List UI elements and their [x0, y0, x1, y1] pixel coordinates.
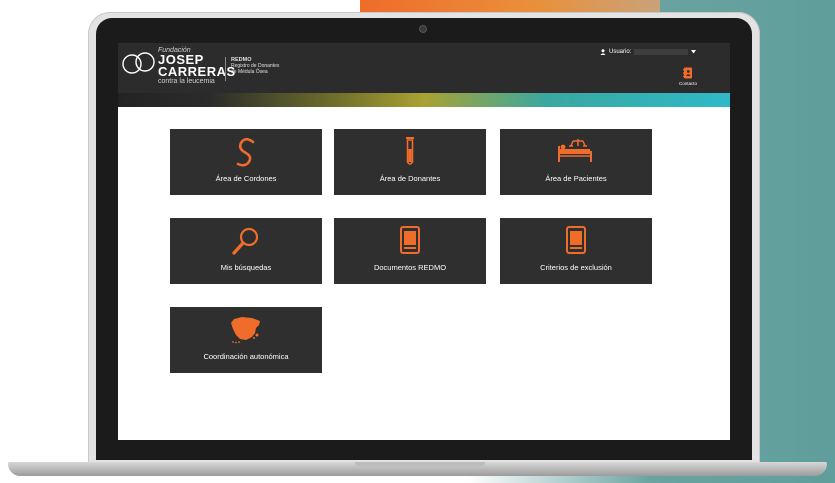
tile-documentos-redmo[interactable]: Documentos REDMO — [334, 218, 486, 284]
header-gradient-stripe — [118, 93, 730, 107]
app-header: Fundación JOSEP CARRERAS contra la leuce… — [118, 43, 730, 93]
user-icon — [600, 49, 606, 55]
chevron-down-icon — [691, 50, 697, 54]
user-label: Usuario: — [609, 49, 632, 55]
tile-label: Área de Donantes — [379, 174, 441, 183]
contact-label: Contacto — [678, 81, 697, 86]
tile-label: Coordinación autonómica — [203, 352, 289, 361]
tile-criterios-exclusion[interactable]: Criterios de exclusión — [500, 218, 652, 284]
document-icon — [566, 226, 586, 254]
laptop-base-notch — [355, 462, 485, 467]
tile-label: Área de Pacientes — [545, 174, 607, 183]
redmo-label: REDMO Registro de Donantes de Médula Óse… — [231, 57, 279, 75]
foundation-logo-icon — [122, 52, 155, 74]
logo-divider — [225, 57, 226, 81]
hospital-bed-icon — [558, 139, 592, 162]
contact-book-icon — [683, 67, 692, 79]
camera-icon — [420, 26, 426, 32]
tile-label: Documentos REDMO — [373, 263, 447, 272]
user-name-redacted — [634, 49, 689, 55]
tile-label: Área de Cordones — [215, 174, 277, 183]
tile-label: Mis búsquedas — [220, 263, 272, 272]
app-screen: Fundación JOSEP CARRERAS contra la leuce… — [118, 43, 730, 440]
user-menu[interactable]: Usuario: — [600, 49, 697, 55]
redmo-line2: de Médula Ósea — [231, 69, 268, 75]
tile-area-cordones[interactable]: Área de Cordones — [170, 129, 322, 195]
document-icon — [400, 226, 420, 254]
tile-coordinacion-autonomica[interactable]: Coordinación autonómica — [170, 307, 322, 373]
background-accent-bar — [360, 0, 660, 12]
tile-mis-busquedas[interactable]: Mis búsquedas — [170, 218, 322, 284]
magnifier-icon — [232, 227, 259, 255]
tile-area-pacientes[interactable]: Área de Pacientes — [500, 129, 652, 195]
contact-button[interactable]: Contacto — [676, 67, 700, 86]
tile-label: Criterios de exclusión — [540, 263, 612, 272]
cord-icon — [236, 137, 255, 167]
tile-area-donantes[interactable]: Área de Donantes — [334, 129, 486, 195]
test-tube-icon — [406, 137, 414, 165]
spain-map-icon — [231, 317, 260, 344]
